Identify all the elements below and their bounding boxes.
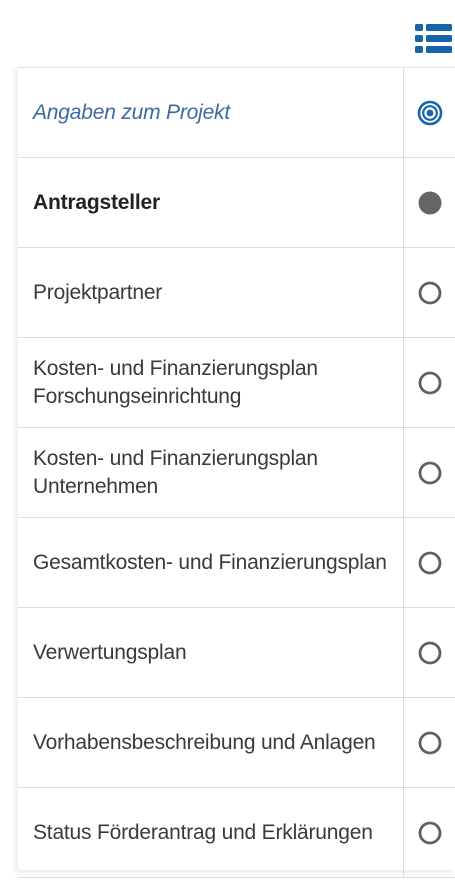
- empty-circle-icon: [418, 731, 441, 754]
- step-item-gesamtkosten[interactable]: Gesamtkosten- und Finanzierungsplan: [18, 518, 455, 608]
- step-label: Angaben zum Projekt: [33, 100, 230, 124]
- step-label: Gesamtkosten- und Finanzierungsplan: [33, 550, 387, 574]
- empty-circle-icon: [418, 641, 441, 664]
- step-label: Antragsteller: [33, 190, 160, 214]
- step-item-angaben-zum-projekt[interactable]: Angaben zum Projekt: [18, 68, 455, 158]
- step-label: Status Förderantrag und Erklärungen: [33, 820, 373, 844]
- step-label: Verwertungsplan: [33, 640, 187, 664]
- step-item-verwertungsplan[interactable]: Verwertungsplan: [18, 608, 455, 698]
- step-status: [404, 698, 455, 787]
- step-item-projektpartner[interactable]: Projektpartner: [18, 248, 455, 338]
- target-icon: [417, 100, 442, 125]
- step-status: [404, 518, 455, 607]
- step-item-status-foerderantrag[interactable]: Status Förderantrag und Erklärungen: [18, 788, 455, 878]
- step-status: [404, 248, 455, 337]
- step-status: [404, 158, 455, 247]
- step-status: [404, 788, 455, 877]
- step-label: Kosten- und Finanzierungsplan Forschungs…: [33, 356, 318, 408]
- empty-circle-icon: [418, 371, 441, 394]
- step-item-vorhabensbeschreibung[interactable]: Vorhabensbeschreibung und Anlagen: [18, 698, 455, 788]
- empty-circle-icon: [418, 461, 441, 484]
- step-item-kfp-unternehmen[interactable]: Kosten- und Finanzierungsplan Unternehme…: [18, 428, 455, 518]
- page: Angaben zum Projekt Antragsteller Projek…: [0, 0, 455, 882]
- step-status: [404, 608, 455, 697]
- step-status: [404, 68, 455, 157]
- step-list: Angaben zum Projekt Antragsteller Projek…: [18, 67, 455, 878]
- empty-circle-icon: [418, 821, 441, 844]
- step-label: Kosten- und Finanzierungsplan Unternehme…: [33, 446, 318, 498]
- step-status: [404, 428, 455, 517]
- step-item-antragsteller[interactable]: Antragsteller: [18, 158, 455, 248]
- empty-circle-icon: [418, 281, 441, 304]
- step-status: [404, 338, 455, 427]
- filled-circle-icon: [418, 191, 441, 214]
- step-label: Projektpartner: [33, 280, 163, 304]
- step-item-kfp-forschungseinrichtung[interactable]: Kosten- und Finanzierungsplan Forschungs…: [18, 338, 455, 428]
- step-label: Vorhabensbeschreibung und Anlagen: [33, 730, 376, 754]
- empty-circle-icon: [418, 551, 441, 574]
